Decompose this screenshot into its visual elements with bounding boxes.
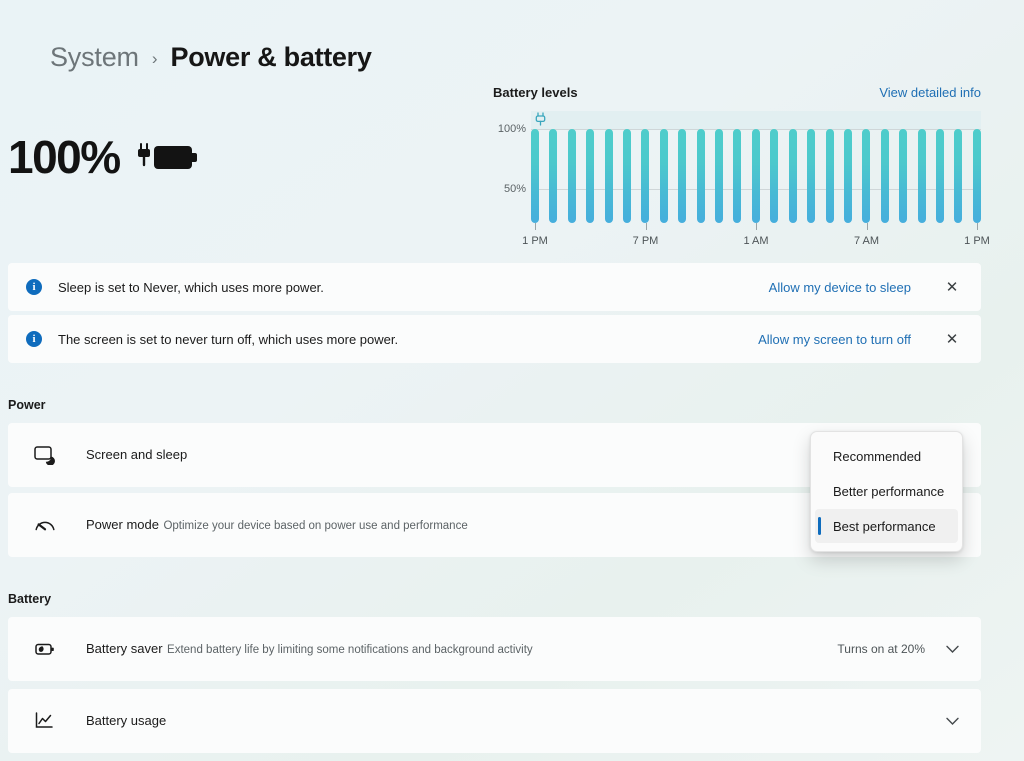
chart-bar [697, 129, 705, 223]
view-detailed-info-link[interactable]: View detailed info [879, 85, 981, 100]
section-heading-power: Power [8, 398, 46, 412]
row-title: Battery usage [86, 713, 166, 728]
banner-message: The screen is set to never turn off, whi… [58, 332, 758, 347]
x-axis-tick [535, 223, 536, 230]
chevron-right-icon: › [152, 49, 158, 69]
chart-header: Battery levels View detailed info [493, 85, 981, 100]
dropdown-option-recommended[interactable]: Recommended [815, 439, 958, 473]
x-axis-tick [977, 223, 978, 230]
row-battery-saver[interactable]: Battery saver Extend battery life by lim… [8, 617, 981, 681]
chart-bar [826, 129, 834, 223]
chart-bar [605, 129, 613, 223]
chevron-down-icon[interactable] [941, 638, 963, 660]
battery-percent-label: 100% [8, 134, 120, 180]
row-title: Screen and sleep [86, 447, 187, 462]
chart-bar [954, 129, 962, 223]
chart-bar [733, 129, 741, 223]
x-axis: 1 PM7 PM1 AM7 AM1 PM [531, 223, 981, 257]
row-text-block: Battery usage [86, 712, 941, 730]
battery-usage-chart-icon [30, 706, 60, 736]
chart-bar [789, 129, 797, 223]
chart-bar [641, 129, 649, 223]
battery-saver-leaf-icon [30, 634, 60, 664]
x-axis-tick [867, 223, 868, 230]
chart-title: Battery levels [493, 85, 578, 100]
breadcrumb-parent-system[interactable]: System [50, 42, 139, 73]
breadcrumb: System › Power & battery [50, 42, 372, 73]
info-icon: i [26, 331, 42, 347]
banner-message: Sleep is set to Never, which uses more p… [58, 280, 769, 295]
dropdown-option-better-performance[interactable]: Better performance [815, 474, 958, 508]
screen-sleep-icon [30, 440, 60, 470]
chart-bar [918, 129, 926, 223]
charging-band [531, 111, 981, 129]
row-battery-usage[interactable]: Battery usage [8, 689, 981, 753]
chart-bar [899, 129, 907, 223]
chart-bar [660, 129, 668, 223]
close-icon[interactable]: ✕ [939, 274, 965, 300]
x-axis-tick [756, 223, 757, 230]
row-subtitle: Optimize your device based on power use … [163, 520, 467, 532]
chart-bars [531, 129, 981, 223]
chart-bar [531, 129, 539, 223]
y-tick-label-50: 50% [504, 183, 526, 195]
battery-body [154, 146, 192, 169]
x-axis-tick [646, 223, 647, 230]
chart-bar [862, 129, 870, 223]
chart-bar [881, 129, 889, 223]
chart-bar [549, 129, 557, 223]
row-subtitle: Extend battery life by limiting some not… [167, 644, 533, 656]
chart-plot-area: 100% 50% 1 PM7 PM1 AM7 AM1 PM [493, 111, 981, 263]
chart-bar [973, 129, 981, 223]
info-icon: i [26, 279, 42, 295]
plug-glyph [136, 143, 154, 174]
power-mode-dropdown-menu[interactable]: Recommended Better performance Best perf… [810, 431, 963, 552]
x-axis-tick-label: 7 AM [854, 235, 879, 247]
row-title: Battery saver [86, 641, 163, 656]
y-axis-labels: 100% 50% [493, 111, 529, 223]
x-axis-tick-label: 1 PM [522, 235, 548, 247]
x-axis-tick-label: 1 PM [964, 235, 990, 247]
battery-saver-threshold-value: Turns on at 20% [837, 642, 925, 656]
page-title: Power & battery [171, 42, 372, 73]
x-axis-tick-label: 7 PM [633, 235, 659, 247]
chart-bar [623, 129, 631, 223]
battery-levels-chart: Battery levels View detailed info 100% 5… [493, 85, 981, 263]
x-axis-tick-label: 1 AM [743, 235, 768, 247]
chart-bar [568, 129, 576, 223]
chart-bar [678, 129, 686, 223]
row-title: Power mode [86, 517, 159, 532]
battery-level-summary: 100% [8, 134, 198, 180]
chart-bar [715, 129, 723, 223]
power-mode-gauge-icon [30, 510, 60, 540]
chart-bar [586, 129, 594, 223]
battery-cap [192, 153, 197, 162]
row-text-block: Battery saver Extend battery life by lim… [86, 640, 837, 658]
chart-bar [752, 129, 760, 223]
close-icon[interactable]: ✕ [939, 326, 965, 352]
chart-bar [936, 129, 944, 223]
y-tick-label-100: 100% [498, 123, 526, 135]
allow-screen-to-turn-off-link[interactable]: Allow my screen to turn off [758, 332, 911, 347]
notification-banner-screen: i The screen is set to never turn off, w… [8, 315, 981, 363]
dropdown-option-best-performance[interactable]: Best performance [815, 509, 958, 543]
allow-device-to-sleep-link[interactable]: Allow my device to sleep [769, 280, 911, 295]
chart-bar [770, 129, 778, 223]
battery-charging-full-icon [136, 140, 198, 174]
chart-bar [844, 129, 852, 223]
chevron-down-icon[interactable] [941, 710, 963, 732]
chart-bar [807, 129, 815, 223]
notification-banner-sleep: i Sleep is set to Never, which uses more… [8, 263, 981, 311]
section-heading-battery: Battery [8, 592, 51, 606]
chart-bars-region [531, 111, 981, 223]
